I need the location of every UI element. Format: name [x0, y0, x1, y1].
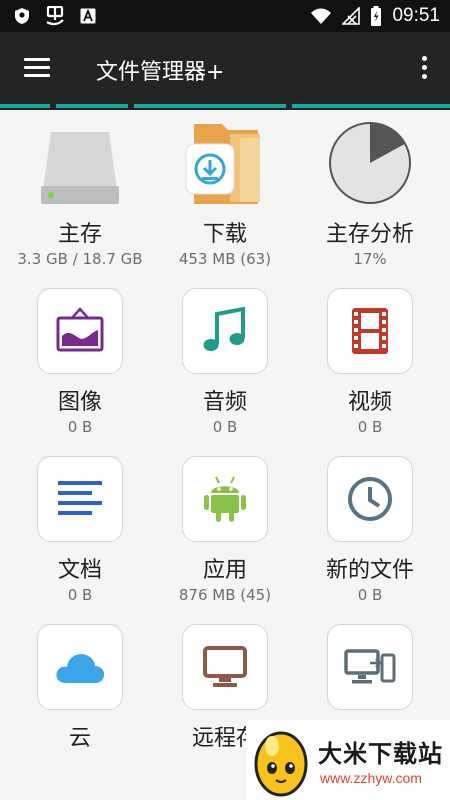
grid-item-storage-analysis[interactable]: 主存分析 17% — [295, 110, 445, 278]
item-label: 下载 — [202, 222, 247, 247]
wifi-icon — [311, 8, 332, 24]
document-icon — [58, 481, 102, 515]
item-subtitle: 876 MB (45) — [178, 586, 272, 604]
item-label: 文档 — [57, 558, 102, 583]
tile — [327, 288, 413, 374]
tile — [327, 624, 413, 710]
grid-item-video[interactable]: 视频 0 B — [295, 278, 445, 446]
tile — [327, 120, 413, 206]
tile — [37, 288, 123, 374]
film-icon — [352, 308, 388, 354]
item-label: 主存分析 — [325, 222, 414, 247]
tile — [182, 624, 268, 710]
download-folder-icon — [185, 124, 260, 204]
app-title: 文件管理器+ — [96, 60, 225, 85]
item-subtitle: 0 B — [357, 418, 383, 436]
item-subtitle: 0 B — [212, 418, 238, 436]
item-label: 新的文件 — [325, 558, 414, 583]
item-label: 云 — [68, 726, 91, 751]
tile — [182, 288, 268, 374]
item-subtitle: 0 B — [67, 586, 93, 604]
item-subtitle: 0 B — [67, 418, 93, 436]
devices-icon — [344, 649, 396, 684]
notification-icons — [14, 6, 96, 26]
music-note-icon — [203, 306, 245, 351]
tile — [182, 456, 268, 542]
app-bar: 文件管理器+ — [0, 32, 450, 104]
category-grid: 主存 3.3 GB / 18.7 GB 下载 453 MB (63) 主存分析 — [0, 110, 450, 800]
monitor-icon — [203, 646, 247, 687]
item-subtitle: 453 MB (63) — [178, 250, 272, 268]
tile — [182, 120, 268, 206]
grid-item-downloads[interactable]: 下载 453 MB (63) — [150, 110, 300, 278]
image-icon — [56, 307, 104, 352]
tile — [327, 456, 413, 542]
shield-icon — [15, 8, 29, 24]
cloud-icon — [56, 654, 105, 683]
grid-item-images[interactable]: 图像 0 B — [5, 278, 155, 446]
grid-item-audio[interactable]: 音频 0 B — [150, 278, 300, 446]
tile — [37, 624, 123, 710]
watermark: 大米下载站 www.zzhyw.com — [246, 720, 450, 800]
storage-drive-icon — [41, 132, 119, 204]
tab-indicator — [292, 104, 450, 108]
item-label: 主存 — [57, 222, 102, 247]
grid-item-cloud[interactable]: 云 — [5, 614, 155, 782]
status-bar: 09:51 — [0, 0, 450, 32]
watermark-title: 大米下载站 — [318, 740, 443, 768]
item-subtitle: 3.3 GB / 18.7 GB — [17, 250, 143, 268]
item-label: 图像 — [57, 390, 102, 415]
battery-icon — [371, 6, 382, 26]
pie-chart-icon — [329, 122, 411, 204]
tab-indicator — [0, 104, 50, 108]
item-subtitle: 17% — [353, 250, 387, 268]
item-subtitle: 0 B — [357, 586, 383, 604]
grid-item-main-storage[interactable]: 主存 3.3 GB / 18.7 GB — [5, 110, 155, 278]
app-glyph-icon — [46, 6, 64, 26]
grid-item-apps[interactable]: 应用 876 MB (45) — [150, 446, 300, 614]
watermark-url: www.zzhyw.com — [320, 770, 422, 786]
tile — [37, 120, 123, 206]
item-label: 音频 — [202, 390, 247, 415]
clock-icon — [348, 477, 392, 521]
tab-indicator — [134, 104, 286, 108]
grid-item-documents[interactable]: 文档 0 B — [5, 446, 155, 614]
item-label: 应用 — [202, 558, 247, 583]
tile — [37, 456, 123, 542]
system-indicators: 09:51 — [310, 5, 440, 27]
item-label: 视频 — [347, 390, 392, 415]
hamburger-menu-icon[interactable] — [24, 58, 50, 78]
android-icon — [204, 476, 246, 522]
clock-time: 09:51 — [392, 5, 440, 26]
more-vert-icon[interactable] — [420, 56, 428, 82]
grid-item-recent-files[interactable]: 新的文件 0 B — [295, 446, 445, 614]
egg-mascot-logo — [254, 731, 308, 797]
signal-icon — [342, 7, 361, 25]
font-a-icon — [80, 8, 96, 24]
tab-indicator — [56, 104, 128, 108]
